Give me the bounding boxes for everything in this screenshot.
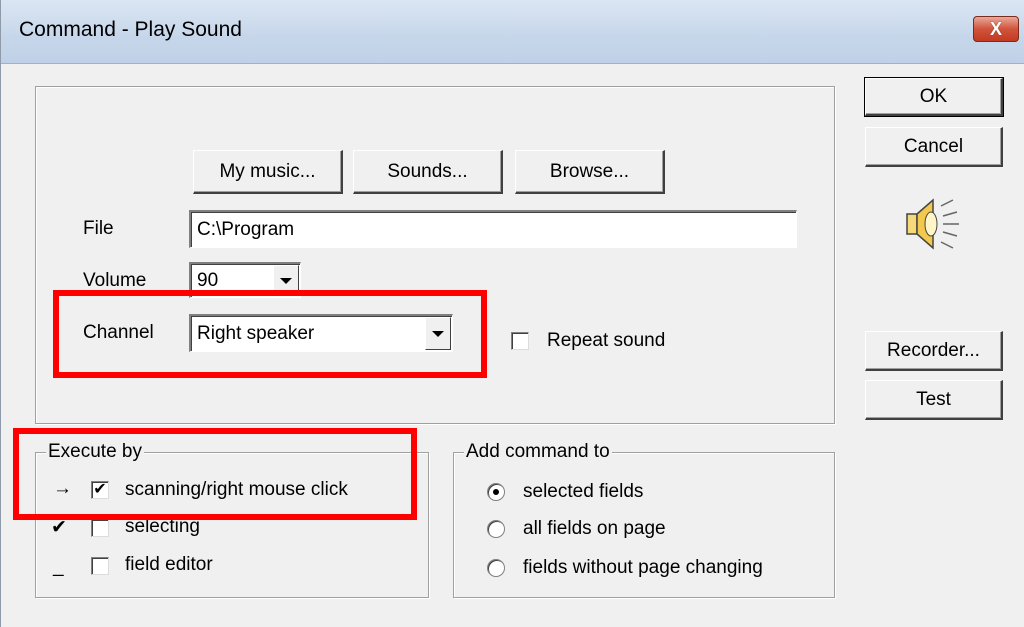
browse-button[interactable]: Browse... — [515, 150, 665, 194]
my-music-button[interactable]: My music... — [193, 150, 343, 194]
ok-button[interactable]: OK — [864, 77, 1004, 117]
close-icon: X — [989, 18, 1002, 39]
speaker-icon — [901, 192, 965, 256]
close-button[interactable]: X — [973, 16, 1019, 42]
volume-value: 90 — [197, 269, 219, 291]
test-button[interactable]: Test — [865, 380, 1003, 420]
dialog-window: Command - Play Sound X OK Cancel Recorde… — [0, 0, 1024, 627]
radio-selected-fields[interactable] — [487, 483, 505, 501]
field-editor-label: field editor — [125, 554, 213, 575]
all-fields-on-page-label: all fields on page — [523, 518, 666, 539]
file-path-value: C:\Program — [197, 218, 295, 240]
file-label: File — [83, 218, 114, 239]
title-bar: Command - Play Sound X — [1, 0, 1024, 64]
fields-without-page-changing-label: fields without page changing — [523, 557, 763, 578]
window-title: Command - Play Sound — [19, 18, 242, 41]
repeat-sound-checkbox[interactable] — [511, 332, 529, 350]
field-editor-marker-icon: _ — [53, 556, 64, 577]
chevron-down-icon — [280, 277, 292, 284]
repeat-sound-label: Repeat sound — [547, 330, 666, 351]
selected-fields-label: selected fields — [523, 481, 644, 502]
field-editor-checkbox[interactable] — [91, 557, 109, 575]
file-path-field[interactable]: C:\Program — [189, 210, 797, 248]
radio-all-fields-on-page[interactable] — [487, 520, 505, 538]
cancel-button[interactable]: Cancel — [865, 127, 1003, 167]
radio-fields-without-page-changing[interactable] — [487, 559, 505, 577]
sounds-button[interactable]: Sounds... — [353, 150, 503, 194]
selecting-checkbox[interactable] — [91, 519, 109, 537]
add-command-to-title: Add command to — [464, 441, 612, 463]
radio-dot-icon — [493, 489, 499, 495]
channel-highlight-box — [53, 290, 487, 378]
volume-label: Volume — [83, 270, 147, 291]
execute-by-highlight-box — [13, 428, 417, 520]
recorder-button[interactable]: Recorder... — [865, 331, 1003, 371]
